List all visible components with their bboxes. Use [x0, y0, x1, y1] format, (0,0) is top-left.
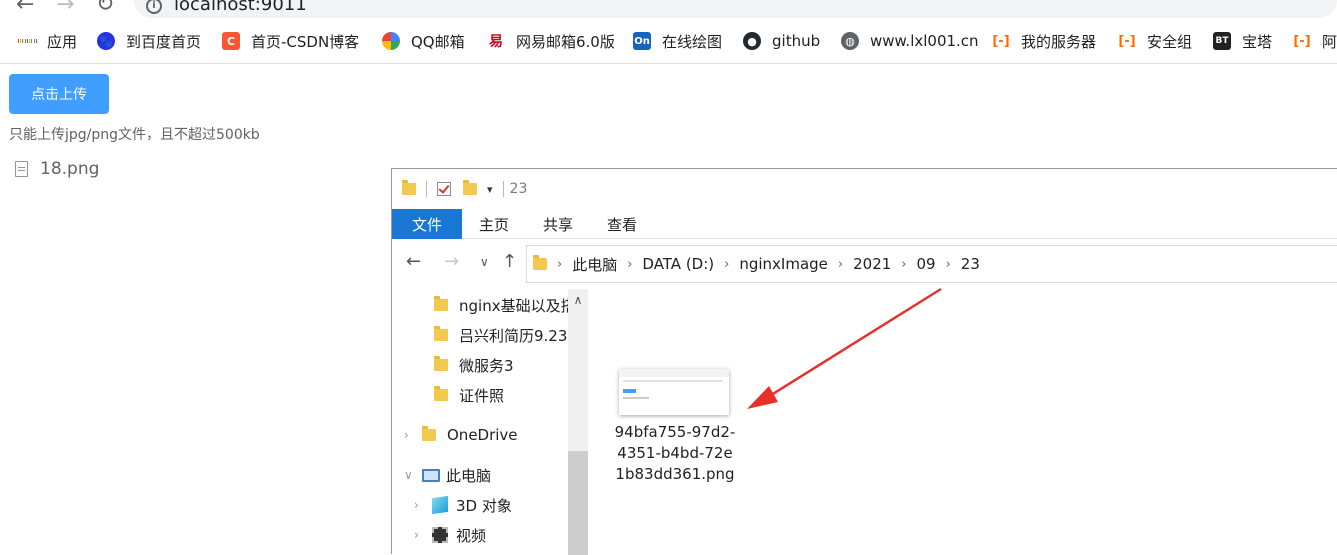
arrow-shaft — [767, 287, 942, 399]
arrow-head — [747, 386, 778, 409]
annotation-arrow — [747, 287, 942, 409]
